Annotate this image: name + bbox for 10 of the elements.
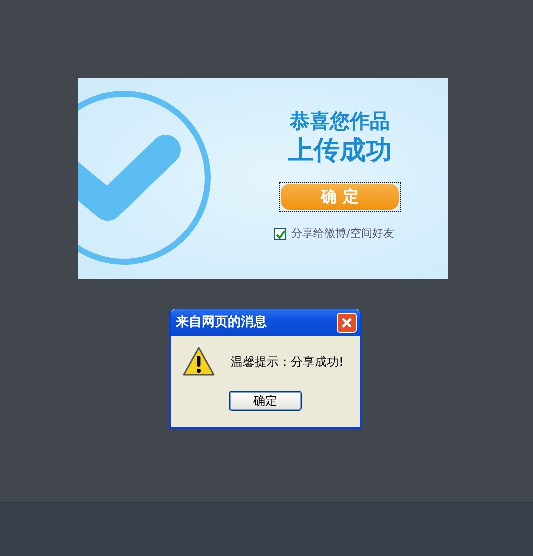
dialog-message: 温馨提示：分享成功! [231, 354, 344, 371]
share-label: 分享给微博/空间好友 [292, 226, 394, 242]
success-title: 上传成功 [288, 135, 392, 168]
dialog-title: 来自网页的消息 [176, 314, 267, 332]
share-checkbox[interactable] [274, 228, 286, 240]
close-icon [341, 316, 353, 328]
ok-button[interactable]: 确定 [229, 391, 302, 411]
success-subtitle: 恭喜您作品 [290, 108, 390, 134]
warning-icon [183, 346, 215, 378]
close-button[interactable] [337, 312, 357, 332]
